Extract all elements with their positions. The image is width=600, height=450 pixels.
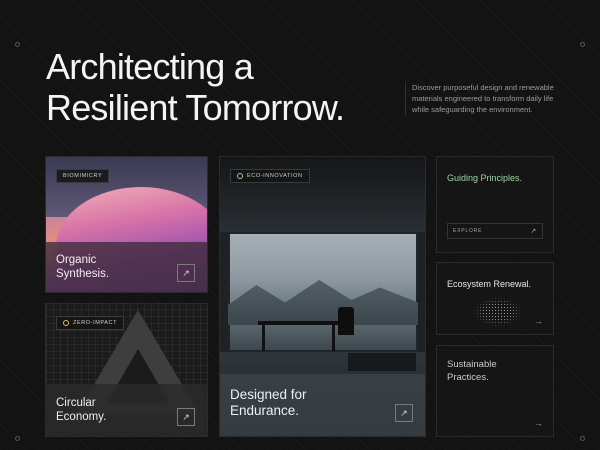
card-circular-economy[interactable]: ZERO-IMPACT Circular Economy. ↗ <box>45 303 208 437</box>
badge-dot-icon <box>63 320 69 326</box>
arrow-up-right-icon[interactable]: ↗ <box>395 404 413 422</box>
corner-marker <box>580 436 585 441</box>
headline-line: Resilient Tomorrow. <box>46 87 345 128</box>
corner-marker <box>15 436 20 441</box>
side-card-title: Ecosystem Renewal. <box>447 279 532 289</box>
corner-marker <box>580 42 585 47</box>
badge-biomimicry: BIOMIMICRY <box>56 169 110 183</box>
badge-dot-icon <box>237 173 243 179</box>
badge-eco-innovation: ECO-INNOVATION <box>230 169 310 183</box>
particle-cloud-image <box>473 297 523 327</box>
side-card-title: Guiding Principles. <box>447 173 523 183</box>
card-title: Designed for Endurance. <box>230 387 307 418</box>
headline-line: Architecting a <box>46 46 254 87</box>
card-ecosystem-renewal[interactable]: Ecosystem Renewal. → <box>436 262 554 335</box>
card-caption-panel: Circular Economy. ↗ <box>46 384 207 436</box>
card-caption-panel: Organic Synthesis. ↗ <box>46 242 207 292</box>
arrow-right-icon[interactable]: → <box>534 316 543 326</box>
badge-zero-impact: ZERO-IMPACT <box>56 316 125 330</box>
card-title: Circular Economy. <box>56 397 107 423</box>
card-organic-synthesis[interactable]: BIOMIMICRY Organic Synthesis. ↗ <box>45 156 208 293</box>
card-designed-for-endurance[interactable]: ECO-INNOVATION Designed for Endurance. ↗ <box>219 156 426 437</box>
explore-button[interactable]: EXPLORE ↗ <box>447 223 543 239</box>
card-sustainable-practices[interactable]: Sustainable Practices. → <box>436 345 554 437</box>
corner-marker <box>15 42 20 47</box>
arrow-right-icon[interactable]: → <box>534 418 543 428</box>
intro-text: Discover purposeful design and renewable… <box>405 82 565 115</box>
card-title: Organic Synthesis. <box>56 254 110 280</box>
arrow-up-right-icon: ↗ <box>530 228 537 235</box>
card-caption-panel: Designed for Endurance. ↗ <box>220 374 425 436</box>
side-card-title: Sustainable Practices. <box>447 359 497 383</box>
card-guiding-principles[interactable]: Guiding Principles. EXPLORE ↗ <box>436 156 554 253</box>
arrow-up-right-icon[interactable]: ↗ <box>177 408 195 426</box>
arrow-up-right-icon[interactable]: ↗ <box>177 264 195 282</box>
page-title: Architecting a Resilient Tomorrow. <box>46 46 345 128</box>
